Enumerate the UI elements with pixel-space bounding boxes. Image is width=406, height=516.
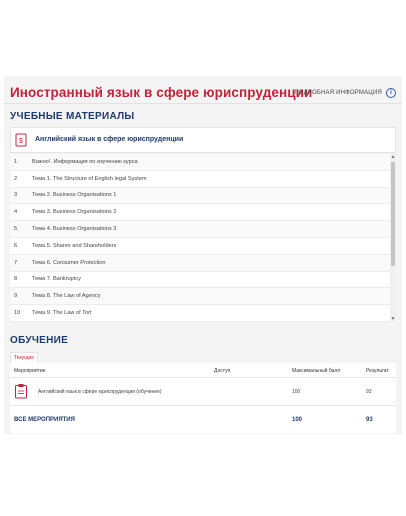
item-number: 5: [14, 226, 18, 233]
course-panel: Иностранный язык в сфере юриспруденции П…: [4, 76, 402, 434]
item-name: Тема 9. The Law of Tort: [32, 310, 92, 317]
total-result: 93: [366, 417, 373, 423]
item-name: Тема 4. Business Organisations 3: [32, 226, 117, 233]
item-number: 9: [14, 293, 18, 300]
column-header-event: Мероприятие: [14, 368, 46, 374]
item-number: 3: [14, 192, 18, 199]
list-item[interactable]: 6 Тема 5. Shares and Shareholders: [10, 238, 396, 255]
total-label: ВСЕ МЕРОПРИЯТИЯ: [14, 417, 75, 423]
item-number: 4: [14, 209, 18, 216]
total-max-score: 100: [292, 417, 303, 423]
row-divider: [10, 405, 396, 406]
item-name: Тема 3. Business Organisations 2: [32, 209, 117, 216]
list-item[interactable]: 10 Тема 9. The Law of Tort: [10, 305, 396, 322]
item-name: Тема 7. Bankruptcy: [32, 276, 81, 283]
list-item[interactable]: 5 Тема 4. Business Organisations 3: [10, 221, 396, 238]
list-item[interactable]: 9 Тема 8. The Law of Agency: [10, 288, 396, 306]
svg-text:$: $: [19, 138, 23, 145]
column-header-result: Результат: [366, 368, 389, 374]
header-divider: [4, 103, 402, 104]
scroll-down-icon[interactable]: ▼: [390, 316, 396, 322]
materials-heading: УЧЕБНЫЕ МАТЕРИАЛЫ: [10, 111, 135, 122]
list-item[interactable]: 3 Тема 2. Business Organisations 1: [10, 187, 396, 205]
item-number: 6: [14, 242, 18, 249]
item-name: Тема 1. The Structure of English legal S…: [32, 175, 147, 182]
item-name: Важно!. Информация по изучению курса: [32, 158, 138, 165]
learning-heading: ОБУЧЕНИЕ: [10, 335, 69, 346]
item-number: 7: [14, 259, 18, 266]
item-name: Тема 5. Shares and Shareholders: [32, 242, 117, 249]
page-title: Иностранный язык в сфере юриспруденции: [10, 85, 313, 100]
item-number: 10: [14, 310, 21, 317]
event-result: 93: [366, 389, 372, 395]
list-item[interactable]: 2 Тема 1. The Structure of English legal …: [10, 171, 396, 188]
list-item[interactable]: 7 Тема 6. Consumer Protection: [10, 254, 396, 272]
event-max-score: 100: [292, 389, 301, 395]
item-number: 8: [14, 276, 18, 283]
document-icon: $: [15, 133, 27, 147]
list-item[interactable]: 1 Важно!. Информация по изучению курса: [10, 154, 396, 171]
item-name: Тема 6. Consumer Protection: [32, 259, 106, 266]
more-info-link[interactable]: ПОДРОБНАЯ ИНФОРМАЦИЯ i: [294, 88, 396, 98]
more-info-label: ПОДРОБНАЯ ИНФОРМАЦИЯ: [294, 90, 382, 96]
column-header-access: Доступ: [214, 368, 231, 374]
info-icon: i: [386, 88, 396, 98]
clipboard-icon: [15, 384, 27, 399]
scroll-thumb[interactable]: [391, 162, 395, 266]
materials-card[interactable]: $ Английский язык в сфере юриспруденции: [10, 127, 396, 153]
item-name: Тема 2. Business Organisations 1: [32, 192, 117, 199]
list-item[interactable]: 8 Тема 7. Bankruptcy: [10, 272, 396, 289]
header-divider: [10, 377, 396, 378]
materials-list: 1 Важно!. Информация по изучению курса 2 Т…: [10, 154, 396, 322]
item-name: Тема 8. The Law of Agency: [32, 293, 101, 300]
scroll-up-icon[interactable]: ▲: [390, 154, 396, 160]
item-number: 1: [14, 158, 18, 165]
event-name[interactable]: Английский язык в сфере юриспруденции (о…: [38, 389, 162, 395]
list-item[interactable]: 4 Тема 3. Business Organisations 2: [10, 204, 396, 222]
list-scrollbar[interactable]: ▲ ▼: [390, 154, 396, 322]
item-number: 2: [14, 175, 18, 182]
column-header-max-score: Максимальный балл: [292, 368, 341, 374]
learning-table: Мероприятие Доступ Максимальный балл Рез…: [10, 363, 396, 433]
materials-card-title: Английский язык в сфере юриспруденции: [35, 136, 184, 143]
